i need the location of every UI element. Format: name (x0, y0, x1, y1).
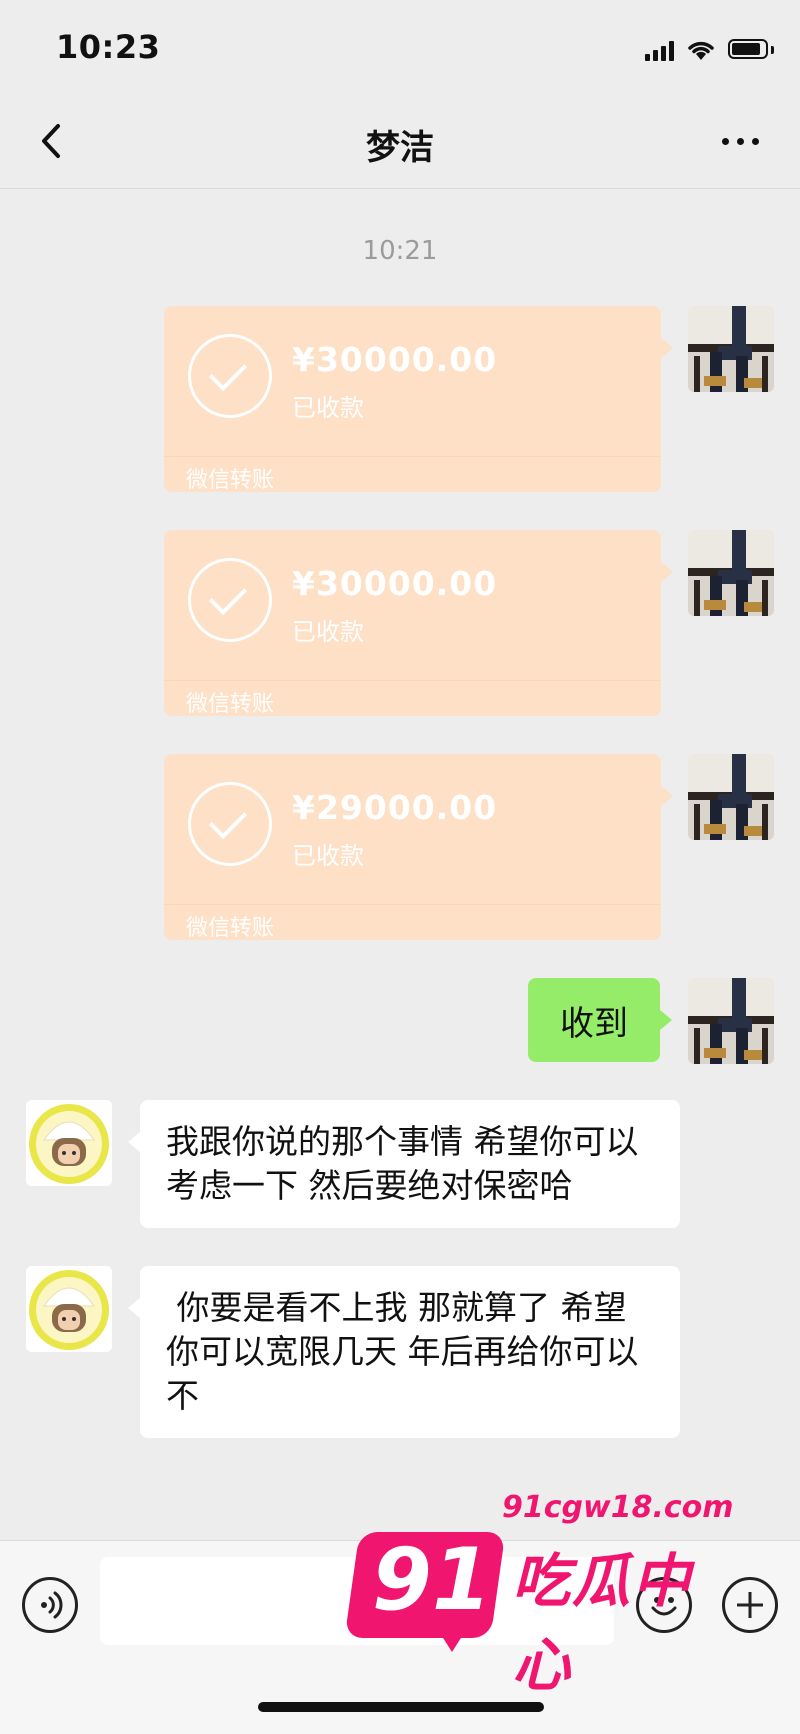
status-time: 10:23 (56, 28, 161, 66)
message-timestamp: 10:21 (362, 236, 438, 266)
more-dots-icon (721, 137, 729, 145)
watermark-logo: 91 91cgw18.com 吃瓜中心 (344, 1490, 734, 1699)
watermark-badge-tail (438, 1630, 466, 1652)
voice-icon (41, 1591, 63, 1619)
status-bar: 10:23 (0, 0, 800, 96)
status-icons (645, 36, 774, 64)
chat-header: 梦洁 (0, 96, 800, 189)
watermark-number: 91 (372, 1530, 492, 1630)
chat-title: 梦洁 (366, 128, 434, 168)
contact-avatar[interactable] (26, 1100, 112, 1186)
wifi-icon (688, 41, 714, 60)
transfer-footer: 微信转账 (186, 468, 275, 493)
self-avatar-image (688, 306, 774, 392)
transfer-divider (164, 680, 661, 681)
transfer-card[interactable]: ¥30000.00 已收款 微信转账 (164, 306, 673, 493)
transfer-amount: ¥30000.00 (292, 340, 498, 379)
more-options-button[interactable] (712, 118, 768, 164)
self-avatar[interactable] (688, 754, 774, 840)
transfer-card[interactable]: ¥29000.00 已收款 微信转账 (164, 754, 673, 941)
contact-avatar-image (26, 1100, 112, 1186)
self-avatar[interactable] (688, 530, 774, 616)
sent-message-bubble[interactable]: 收到 (528, 978, 672, 1062)
watermark-url: 91cgw18.com (502, 1490, 734, 1525)
transfer-card[interactable]: ¥30000.00 已收款 微信转账 (164, 530, 673, 717)
watermark-brand: 吃瓜中心 (512, 1547, 693, 1699)
transfer-footer: 微信转账 (186, 692, 275, 717)
check-circle-icon (188, 334, 272, 418)
received-message-bubble[interactable]: 你要是看不上我 那就算了 希望你可以宽限几天 年后再给你可以不 (128, 1266, 680, 1438)
cellular-signal-icon (645, 39, 674, 61)
transfer-amount: ¥30000.00 (292, 564, 498, 603)
self-avatar-image (688, 754, 774, 840)
contact-avatar[interactable] (26, 1266, 112, 1352)
self-avatar-image (688, 530, 774, 616)
transfer-status: 已收款 (292, 842, 364, 870)
transfer-divider (164, 456, 661, 457)
self-avatar[interactable] (688, 306, 774, 392)
transfer-amount: ¥29000.00 (292, 788, 498, 827)
self-avatar[interactable] (688, 978, 774, 1064)
check-circle-icon (188, 782, 272, 866)
transfer-status: 已收款 (292, 618, 364, 646)
home-indicator[interactable] (258, 1702, 544, 1712)
self-avatar-image (688, 978, 774, 1064)
voice-input-button[interactable] (22, 1577, 78, 1633)
contact-avatar-image (26, 1266, 112, 1352)
transfer-divider (164, 904, 661, 905)
check-circle-icon (188, 558, 272, 642)
transfer-status: 已收款 (292, 394, 364, 422)
battery-icon (728, 39, 774, 61)
received-message-bubble[interactable]: 我跟你说的那个事情 希望你可以考虑一下 然后要绝对保密哈 (128, 1100, 680, 1228)
transfer-footer: 微信转账 (186, 916, 275, 941)
